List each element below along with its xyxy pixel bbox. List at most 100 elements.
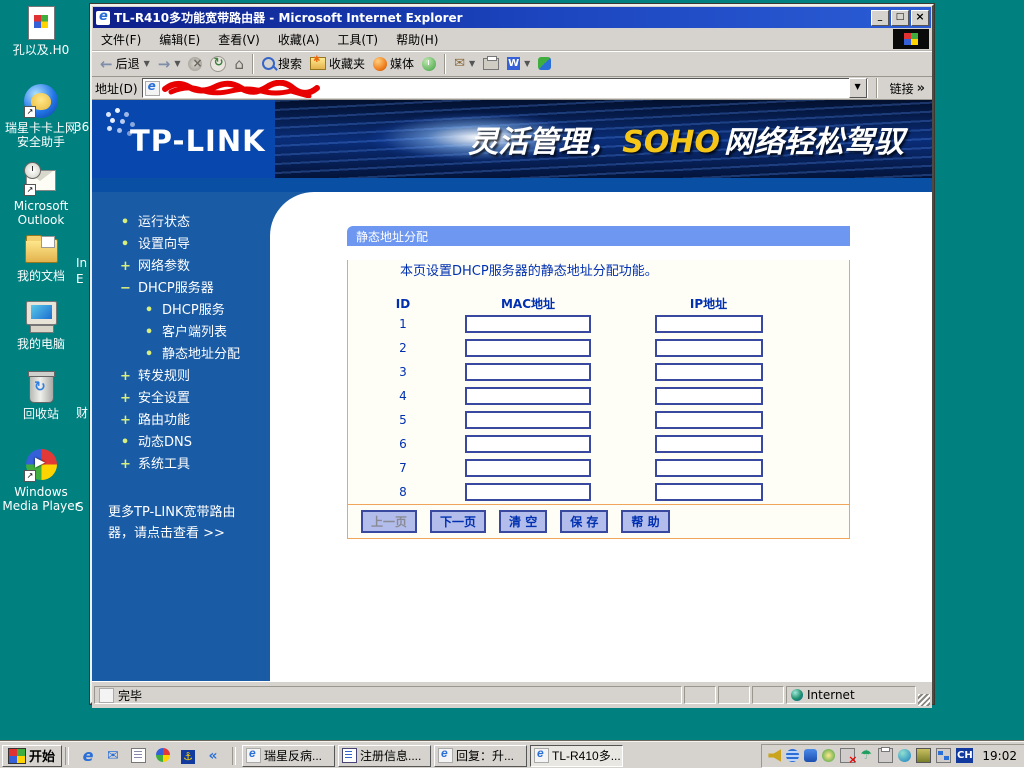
ip-input-3[interactable] [654,363,763,381]
print-button[interactable] [479,55,503,71]
rising-umbrella-icon[interactable]: ☂ [860,749,873,762]
stop-button[interactable] [184,56,206,72]
quicklaunch-ie-icon[interactable]: e [80,747,96,764]
ip-input-4[interactable] [654,387,763,405]
clock[interactable]: 19:02 [982,749,1017,763]
discuss-button[interactable] [534,56,555,71]
media-button[interactable]: 媒体 [369,54,418,73]
input-method-indicator[interactable]: CH [956,748,974,763]
back-button[interactable]: ← 后退 ▼ [96,54,154,74]
quicklaunch-input-method-icon[interactable]: ⚓ [180,748,196,764]
mac-input-2[interactable] [465,339,591,357]
minimize-button[interactable] [871,9,889,26]
nav-item-forwarding-rules[interactable]: + 转发规则 [92,366,270,388]
table-row: 4 [348,384,849,408]
ip-input-5[interactable] [654,411,763,429]
home-button[interactable]: ⌂ [230,54,248,74]
search-button[interactable]: 搜索 [258,54,306,73]
ip-input-6[interactable] [654,435,763,453]
mac-input-1[interactable] [465,315,591,333]
table-row: 7 [348,456,849,480]
address-input[interactable]: ▼ [141,78,868,98]
column-ip: IP地址 [689,297,728,311]
plus-icon: + [120,391,131,406]
menu-view[interactable]: 查看(V) [209,29,269,50]
mail-button[interactable]: ✉ ▼ [450,55,479,72]
quicklaunch-media-player-icon[interactable] [155,747,171,764]
next-page-button[interactable]: 下一页 [430,510,487,533]
resize-grip[interactable] [918,694,930,706]
desktop-icon-media-player[interactable]: Windows Media Player [2,448,80,513]
edit-with-word-button[interactable]: W ▼ [503,56,534,71]
task-button-reply-upgrade[interactable]: 回复：升... [434,744,528,767]
desktop-icon-my-computer[interactable]: 我的电脑 [2,300,80,351]
quicklaunch-show-desktop-icon[interactable] [130,747,146,764]
internet-tray-icon[interactable] [898,749,912,762]
mac-input-4[interactable] [465,387,591,405]
quicklaunch-download-tool-icon[interactable]: « [205,748,221,764]
desktop-icon-outlook[interactable]: Microsoft Outlook [2,162,80,227]
menu-tools[interactable]: 工具(T) [328,29,387,50]
nav-item-network-params[interactable]: + 网络参数 [92,256,270,278]
mail-dropdown-icon[interactable]: ▼ [469,59,475,68]
clear-button[interactable]: 清 空 [499,510,548,533]
firewall-tray-icon[interactable] [916,748,932,763]
nav-item-dynamic-dns[interactable]: • 动态DNS [92,432,270,454]
desktop-icon-my-documents[interactable]: 我的文档 [2,232,80,283]
task-button-rising-antivirus[interactable]: 瑞星反病... [242,744,336,767]
rising-monitor-icon[interactable] [786,749,800,762]
forward-button[interactable]: → ▼ [154,54,185,74]
mac-input-5[interactable] [465,411,591,429]
ip-input-8[interactable] [654,483,763,501]
update-icon[interactable] [822,749,836,762]
ip-input-2[interactable] [654,339,763,357]
links-bar[interactable]: 链接 [886,80,929,97]
mac-input-6[interactable] [465,435,591,453]
mac-input-7[interactable] [465,459,591,477]
quicklaunch-outlook-express-icon[interactable]: ✉ [105,748,121,764]
start-button[interactable]: 开始 [2,744,63,767]
edit-dropdown-icon[interactable]: ▼ [524,59,530,68]
ip-input-1[interactable] [654,315,763,333]
nav-item-static-address[interactable]: • 静态地址分配 [92,344,270,366]
network-tray-icon[interactable] [936,748,952,763]
title-bar[interactable]: TL-R410多功能宽带路由器 - Microsoft Internet Exp… [93,7,931,28]
nav-footer-link[interactable]: 更多TP-LINK宽带路由器，请点击查看 >> [108,502,256,544]
ip-input-7[interactable] [654,459,763,477]
menu-edit[interactable]: 编辑(E) [150,29,209,50]
nav-item-security[interactable]: + 安全设置 [92,388,270,410]
menu-help[interactable]: 帮助(H) [387,29,447,50]
maximize-button[interactable] [891,9,909,26]
mail-icon: ✉ [454,56,465,71]
nav-item-setup-wizard[interactable]: • 设置向导 [92,234,270,256]
messenger-icon[interactable] [804,749,818,762]
task-button-registration-info[interactable]: 注册信息.... [338,744,432,767]
desktop-icon-document[interactable]: 孔以及.H0 [2,6,80,57]
task-button-tl-r410[interactable]: TL-R410多... [530,744,624,767]
back-dropdown-icon[interactable]: ▼ [144,59,150,68]
menu-file[interactable]: 文件(F) [92,29,150,50]
desktop-icon-kaka-assistant[interactable]: 瑞星卡卡上网安全助手 [2,84,80,149]
menu-favorites[interactable]: 收藏(A) [269,29,329,50]
nav-item-running-status[interactable]: • 运行状态 [92,212,270,234]
help-button[interactable]: 帮 助 [621,510,670,533]
mac-input-3[interactable] [465,363,591,381]
volume-icon[interactable] [768,749,782,762]
forward-dropdown-icon[interactable]: ▼ [174,59,180,68]
favorites-button[interactable]: 收藏夹 [306,54,369,73]
refresh-button[interactable] [206,55,230,73]
save-button[interactable]: 保 存 [560,510,609,533]
nav-item-dhcp-server[interactable]: − DHCP服务器 [92,278,270,300]
address-dropdown-icon[interactable]: ▼ [848,78,867,98]
printer-tray-icon[interactable] [878,747,894,763]
nav-item-dhcp-service[interactable]: • DHCP服务 [92,300,270,322]
plus-icon: + [120,369,131,384]
history-button[interactable] [418,56,440,72]
mac-input-8[interactable] [465,483,591,501]
nav-item-client-list[interactable]: • 客户端列表 [92,322,270,344]
close-button[interactable] [911,9,929,26]
desktop-icon-recycle-bin[interactable]: 回收站 [2,370,80,421]
nav-item-system-tools[interactable]: + 系统工具 [92,454,270,476]
network-error-icon[interactable] [840,748,857,766]
nav-item-routing[interactable]: + 路由功能 [92,410,270,432]
